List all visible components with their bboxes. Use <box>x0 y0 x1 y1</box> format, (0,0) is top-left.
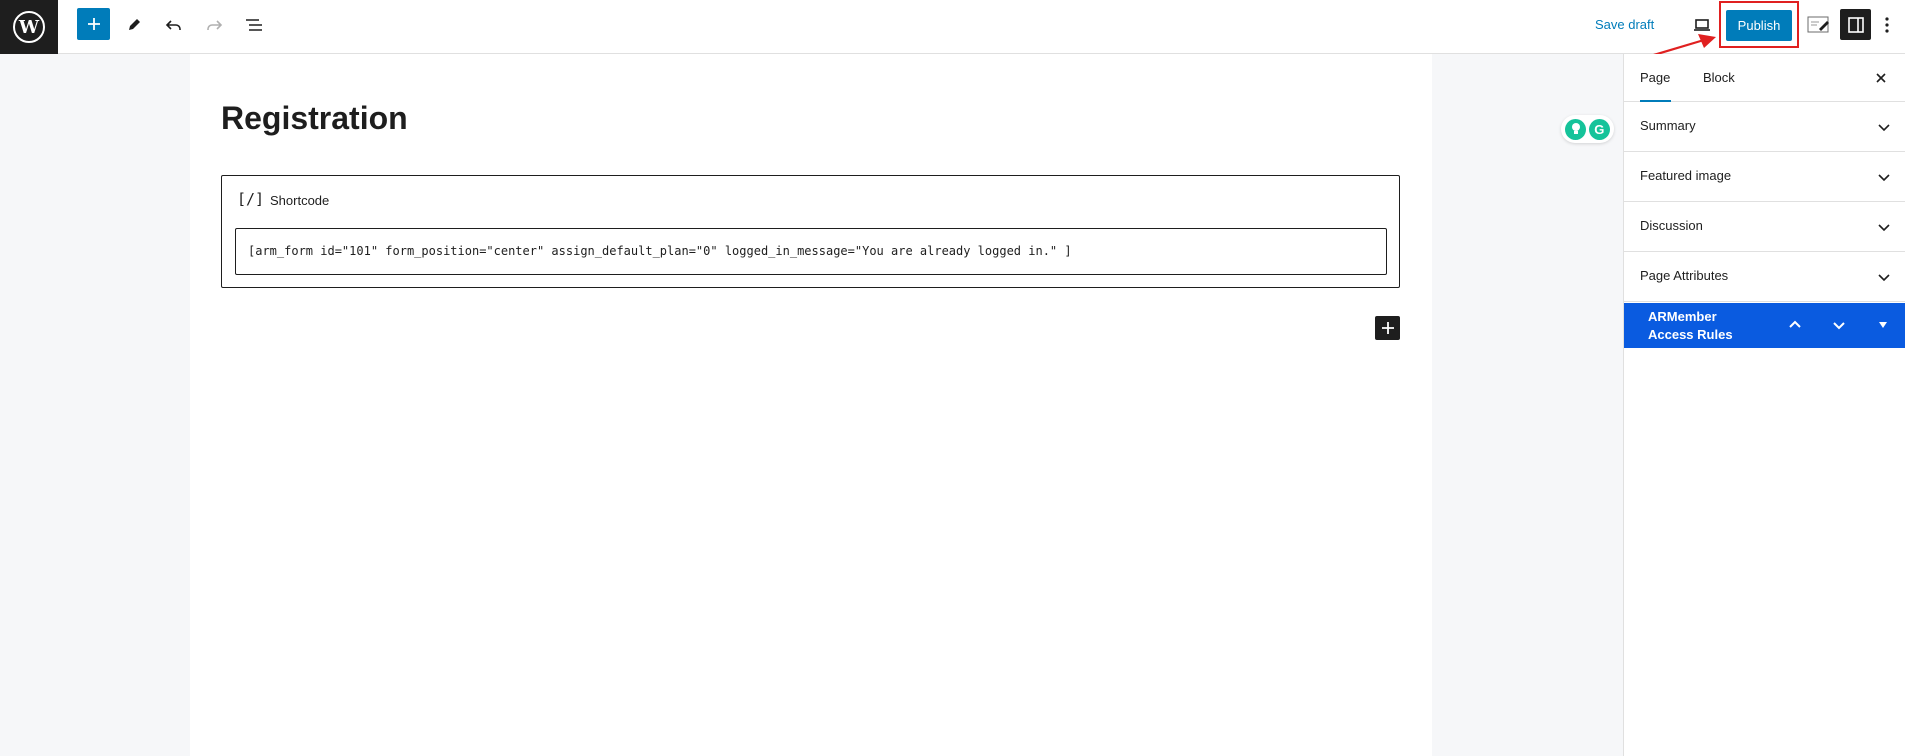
armember-label-line1: ARMember <box>1648 309 1717 324</box>
tab-block[interactable]: Block <box>1703 54 1735 102</box>
sidebar-icon <box>1847 16 1864 33</box>
chevron-down-icon <box>1878 124 1890 132</box>
grammarly-icon[interactable]: G <box>1588 118 1610 140</box>
panel-discussion[interactable]: Discussion <box>1624 202 1905 252</box>
more-vertical-icon <box>1885 17 1889 33</box>
shortcode-block-label: Shortcode <box>270 193 330 208</box>
close-sidebar-button[interactable] <box>1869 66 1893 90</box>
panel-label: Discussion <box>1640 218 1703 233</box>
armember-access-rules-panel[interactable]: ARMember Access Rules <box>1624 303 1905 348</box>
plus-icon <box>1381 322 1394 334</box>
undo-button[interactable] <box>157 8 191 42</box>
document-overview-button[interactable] <box>237 8 271 42</box>
sidebar-tabs: Page Block <box>1624 54 1905 102</box>
page-title[interactable]: Registration <box>221 100 408 137</box>
panel-featured-image[interactable]: Featured image <box>1624 152 1905 202</box>
redo-icon <box>207 20 223 30</box>
tools-button[interactable] <box>117 8 151 42</box>
shortcode-block[interactable]: [/] Shortcode [arm_form id="101" form_po… <box>221 175 1400 288</box>
panel-page-attributes[interactable]: Page Attributes <box>1624 252 1905 302</box>
settings-sidebar-toggle[interactable] <box>1840 9 1871 40</box>
panel-label: Featured image <box>1640 168 1732 183</box>
options-menu-button[interactable] <box>1877 8 1897 42</box>
tab-page[interactable]: Page <box>1640 54 1671 102</box>
list-view-icon <box>246 19 262 31</box>
chevron-down-icon <box>1878 174 1890 182</box>
move-up-button[interactable] <box>1783 313 1807 337</box>
panel-summary[interactable]: Summary <box>1624 102 1905 152</box>
chevron-up-icon <box>1789 320 1801 328</box>
redo-button[interactable] <box>197 8 231 42</box>
chevron-down-icon <box>1833 322 1845 330</box>
pencil-icon <box>129 19 140 30</box>
block-inserter-button[interactable] <box>77 8 110 40</box>
shortcode-icon: [/] <box>237 190 265 208</box>
extension-button[interactable] <box>1802 8 1836 42</box>
plus-icon <box>87 18 100 30</box>
close-icon <box>1876 73 1886 83</box>
undo-icon <box>165 20 181 30</box>
lightbulb-icon[interactable] <box>1565 118 1587 140</box>
edit-note-icon <box>1807 16 1829 33</box>
armember-label: ARMember Access Rules <box>1648 308 1733 344</box>
move-down-button[interactable] <box>1827 313 1851 337</box>
add-block-button[interactable] <box>1375 316 1400 340</box>
panel-label: Summary <box>1640 118 1696 133</box>
publish-highlight: Publish <box>1719 1 1799 48</box>
editor-canvas <box>190 54 1432 756</box>
chevron-down-icon <box>1878 224 1890 232</box>
toggle-panel-button[interactable] <box>1871 313 1895 337</box>
armember-label-line2: Access Rules <box>1648 327 1733 342</box>
svg-text:W: W <box>18 17 40 38</box>
shortcode-input[interactable]: [arm_form id="101" form_position="center… <box>235 228 1387 275</box>
panel-label: Page Attributes <box>1640 268 1729 283</box>
caret-down-icon <box>1879 322 1887 328</box>
publish-button[interactable]: Publish <box>1726 10 1792 41</box>
settings-sidebar: Page Block Summary Featured image Discus… <box>1623 54 1905 756</box>
grammarly-widget[interactable]: G <box>1561 115 1614 143</box>
chevron-down-icon <box>1878 274 1890 282</box>
wordpress-logo-icon[interactable]: W <box>0 0 58 54</box>
